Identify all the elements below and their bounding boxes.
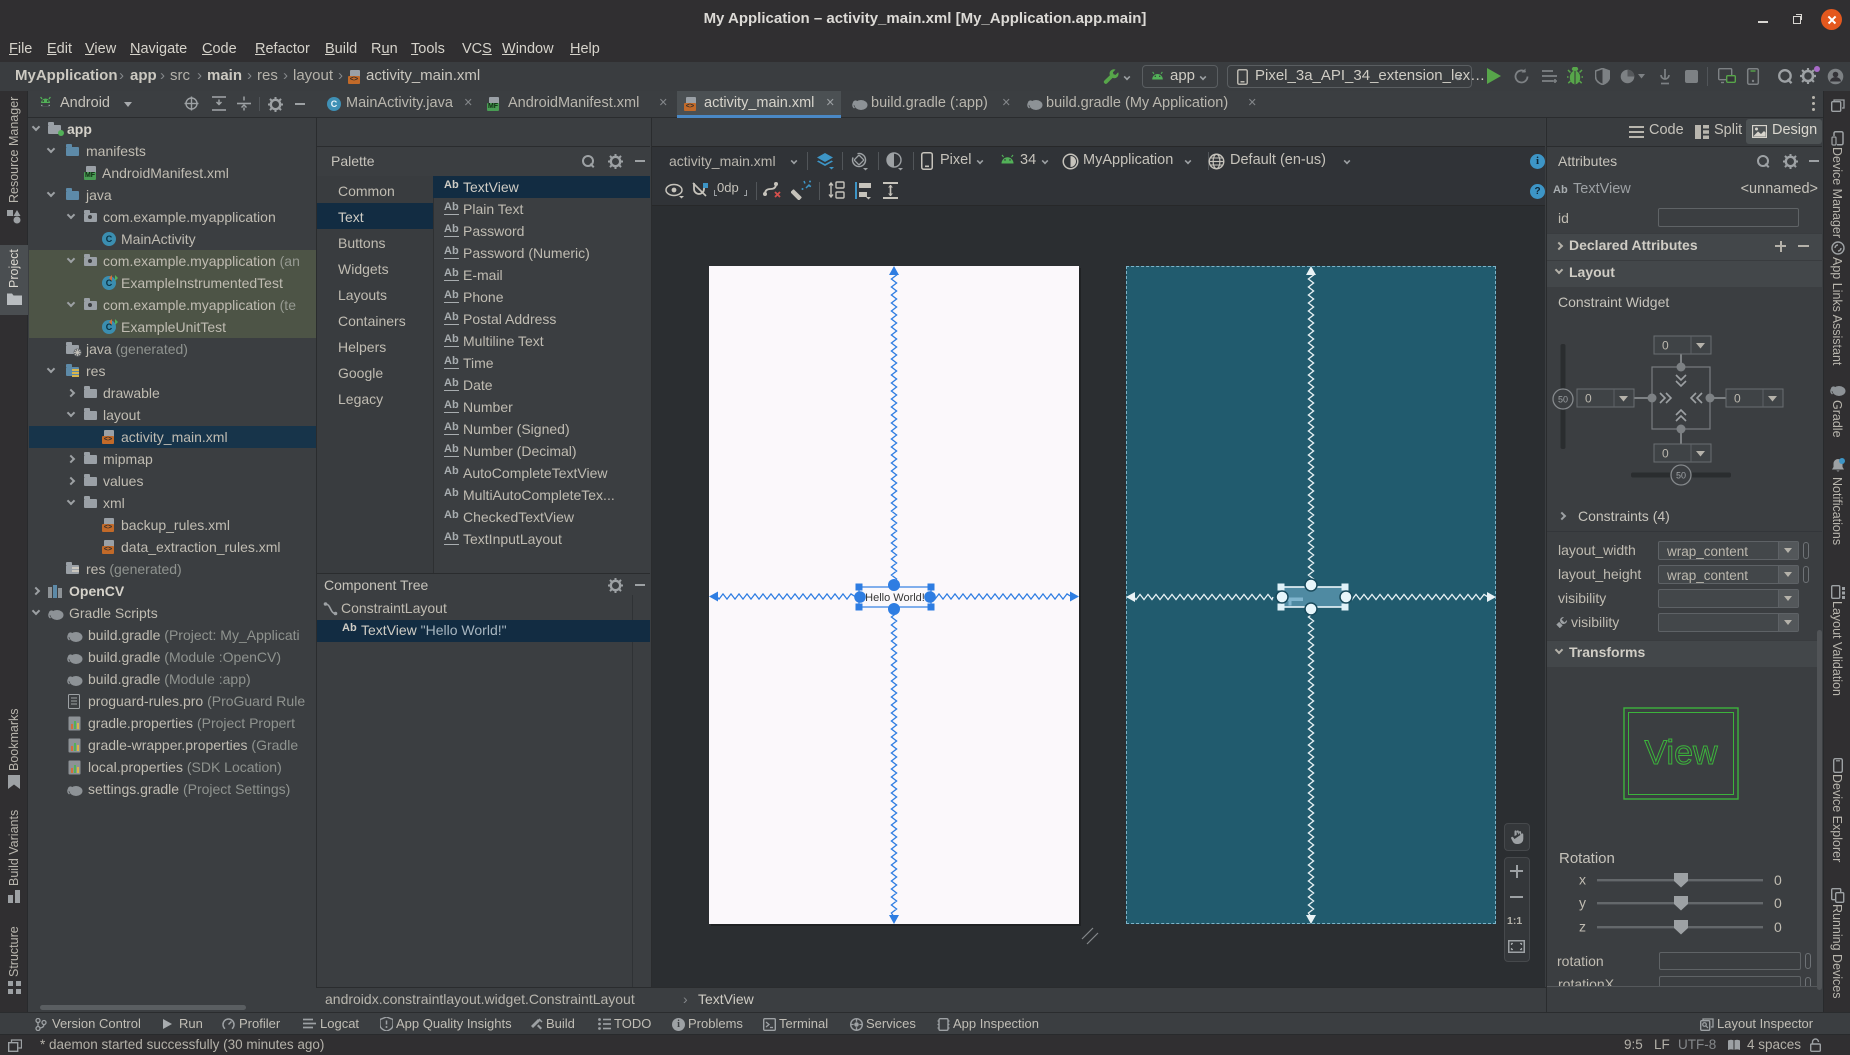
svg-text:0: 0 [1734,392,1741,406]
svg-text:50: 50 [1676,471,1686,481]
svg-text:Hello World!: Hello World! [865,592,925,604]
svg-text:0: 0 [1662,339,1669,353]
svg-text:0: 0 [1662,447,1669,461]
svg-text:x: x [1579,872,1586,888]
svg-text:50: 50 [1558,395,1568,405]
svg-text:0: 0 [1585,392,1592,406]
svg-text:0: 0 [1774,872,1782,888]
svg-text:View: View [1644,734,1718,772]
svg-text:z: z [1579,919,1586,935]
svg-text:y: y [1579,895,1586,911]
svg-text:0: 0 [1774,919,1782,935]
svg-text:0: 0 [1774,895,1782,911]
